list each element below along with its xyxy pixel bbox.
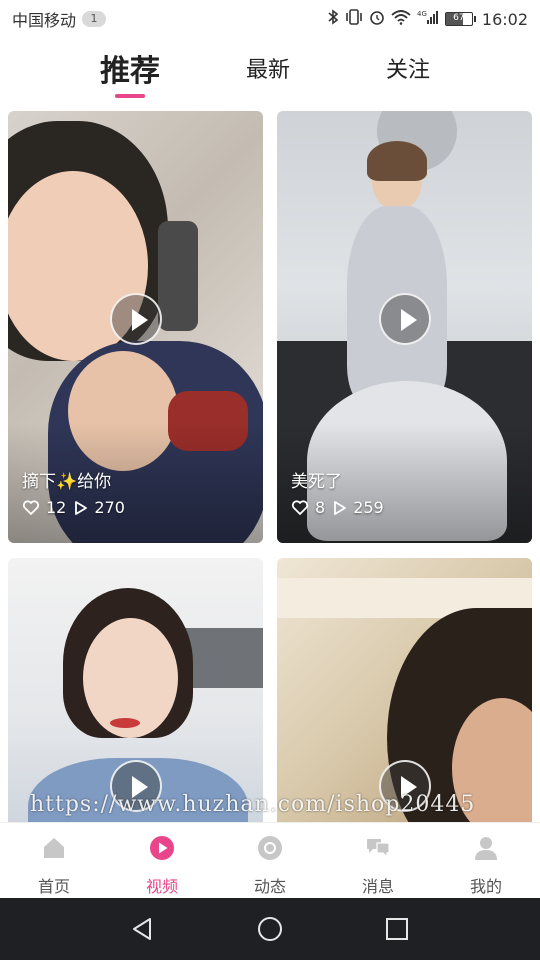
recents-button[interactable] — [382, 914, 412, 944]
nav-item-home[interactable]: 首页 — [0, 823, 108, 898]
carrier-label: 中国移动 — [12, 11, 77, 30]
battery-percent: 67 — [453, 13, 465, 23]
nav-label: 视频 — [145, 877, 178, 896]
video-title: 摘下✨给你 — [22, 472, 112, 492]
play-count: 259 — [353, 498, 384, 517]
play-count-icon — [334, 500, 347, 515]
tab-following[interactable]: 关注 — [386, 52, 430, 84]
tab-latest[interactable]: 最新 — [246, 52, 290, 84]
heart-icon — [22, 499, 40, 515]
home-button[interactable] — [255, 914, 285, 944]
nav-item-profile[interactable]: 我的 — [432, 823, 540, 898]
profile-icon — [475, 837, 497, 860]
play-count: 270 — [94, 498, 125, 517]
nav-item-moments[interactable]: 动态 — [216, 823, 324, 898]
bottom-nav: 首页 视频 动态 消息 我的 — [0, 822, 540, 898]
like-count: 12 — [46, 498, 67, 517]
play-icon[interactable] — [110, 293, 162, 345]
tab-recommended[interactable]: 推荐 — [100, 46, 160, 90]
play-icon[interactable] — [379, 293, 431, 345]
battery-tip — [473, 16, 476, 22]
screen: 中国移动 1 4G 67 16:02 推荐 最新 关注 摘下✨给你 12 270… — [0, 0, 540, 960]
signal-icon: 4G — [417, 9, 439, 29]
alarm-icon — [369, 9, 385, 29]
heart-icon — [291, 499, 309, 515]
nav-item-video[interactable]: 视频 — [108, 823, 216, 898]
like-stat: 8 — [291, 498, 325, 517]
nav-label: 消息 — [361, 877, 394, 896]
back-button[interactable] — [128, 914, 158, 944]
video-stats: 8 259 — [291, 498, 384, 517]
bluetooth-icon — [327, 9, 339, 29]
like-count: 8 — [315, 498, 326, 517]
home-icon — [44, 838, 64, 858]
nav-label: 我的 — [469, 877, 502, 896]
vibrate-icon — [345, 9, 363, 29]
message-icon — [367, 839, 390, 859]
play-count-icon — [75, 500, 88, 515]
recents-square-icon — [385, 918, 408, 940]
play-stat: 270 — [74, 498, 125, 517]
sim-badge: 1 — [82, 11, 107, 27]
status-right: 4G 67 16:02 — [327, 9, 528, 29]
video-card[interactable] — [8, 558, 263, 822]
video-card[interactable]: 摘下✨给你 12 270 — [8, 111, 263, 543]
svg-text:4G: 4G — [417, 10, 427, 18]
like-stat: 12 — [22, 498, 66, 517]
system-nav-bar — [0, 898, 540, 960]
clock: 16:02 — [481, 9, 528, 29]
back-triangle-icon — [133, 918, 152, 940]
nav-label: 首页 — [37, 877, 70, 896]
battery-icon: 67 — [444, 12, 476, 26]
video-title: 美死了 — [291, 472, 342, 492]
watermark-text: https://www.huzhan.com/ishop20445 — [30, 792, 476, 817]
video-icon — [150, 836, 174, 860]
home-circle-icon — [257, 917, 282, 941]
status-bar: 中国移动 1 4G 67 16:02 — [0, 0, 540, 38]
nav-label: 动态 — [253, 877, 286, 896]
play-stat: 259 — [333, 498, 384, 517]
active-tab-indicator — [115, 94, 145, 98]
video-card[interactable]: 美死了 8 259 — [277, 111, 532, 543]
moments-icon — [258, 836, 282, 860]
video-stats: 12 270 — [22, 498, 125, 517]
nav-item-messages[interactable]: 消息 — [324, 823, 432, 898]
battery-body: 67 — [444, 12, 473, 26]
status-left: 中国移动 1 — [12, 7, 107, 31]
wifi-icon — [391, 9, 411, 29]
video-card[interactable] — [277, 558, 532, 822]
top-tabs: 推荐 最新 关注 — [0, 44, 540, 106]
